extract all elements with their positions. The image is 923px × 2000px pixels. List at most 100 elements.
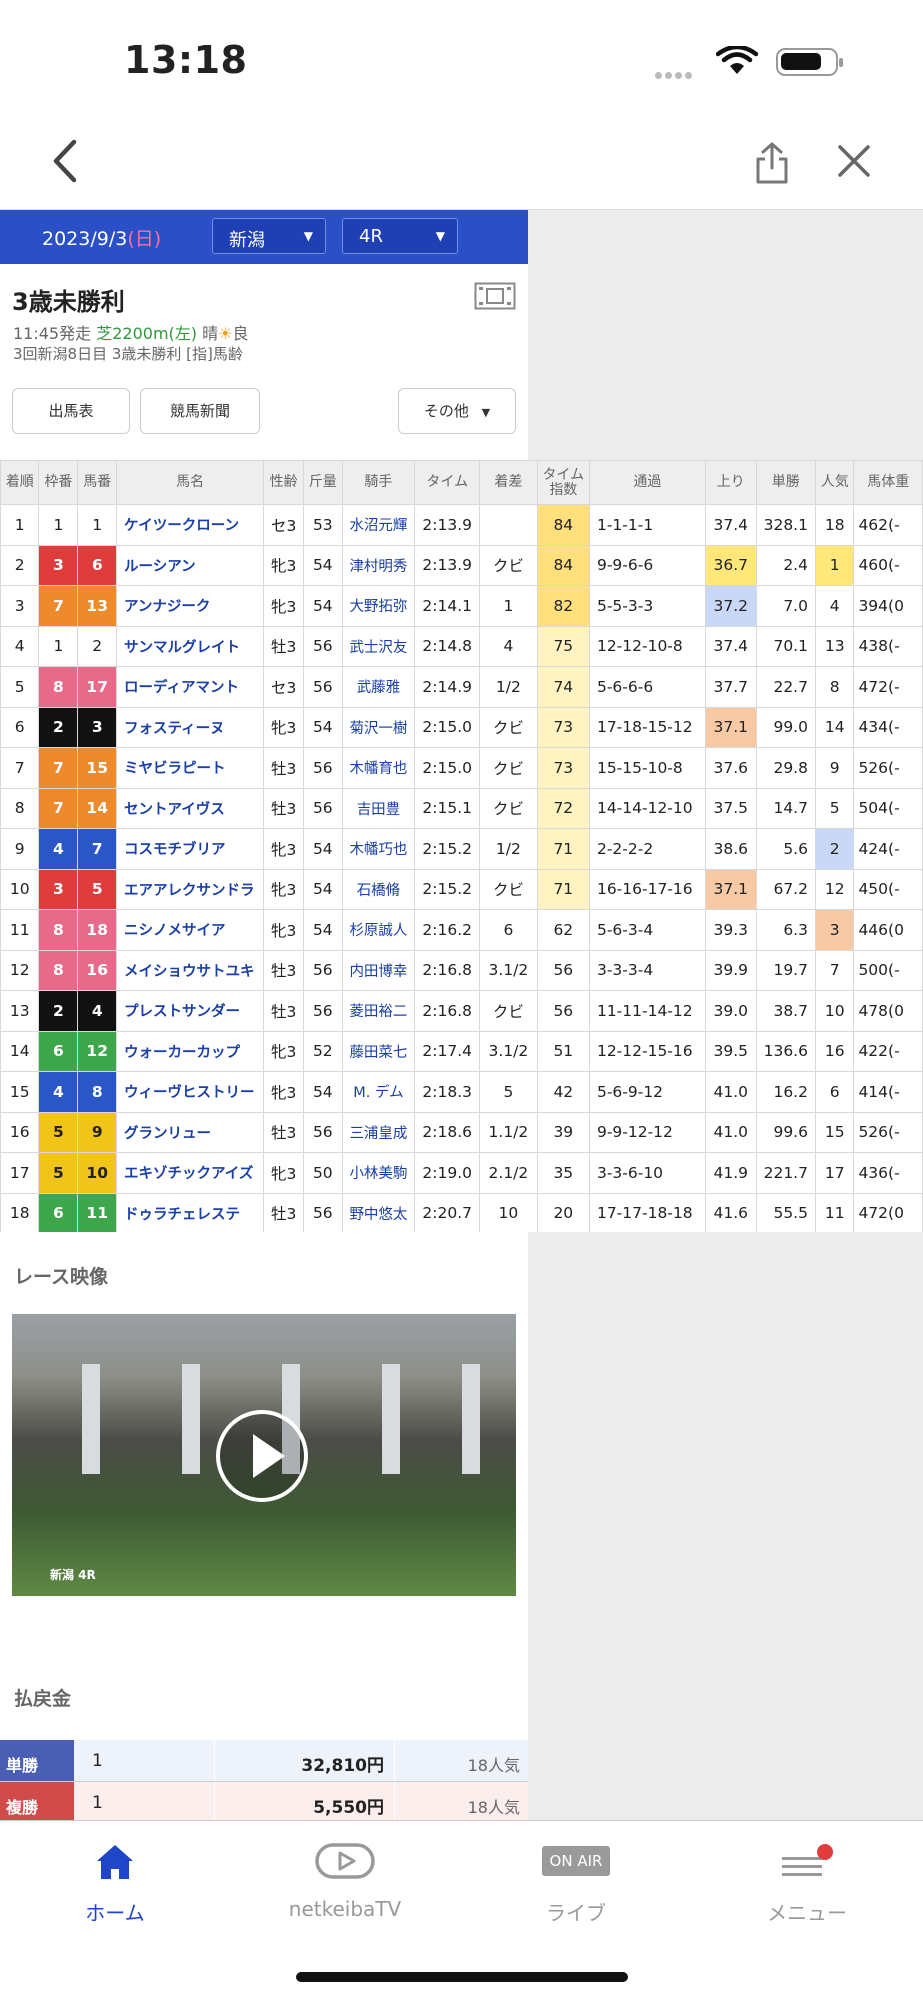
jockey-link[interactable]: 小林美駒 (341, 1152, 416, 1194)
horse-name-link[interactable]: エアアレクサンドラ (116, 868, 265, 910)
horse-name-link[interactable]: ケイツークローン (116, 504, 265, 546)
video-section-title: レース映像 (14, 1266, 109, 1288)
tab-live[interactable]: ON AIR ライブ (461, 1821, 691, 1941)
jockey-link[interactable]: 杉原誠人 (341, 909, 416, 951)
popularity-cell: 11 (814, 1192, 855, 1232)
horse-name-link[interactable]: ウィーヴヒストリー (116, 1071, 265, 1113)
video-icon[interactable] (474, 282, 516, 310)
tab-home[interactable]: ホーム (0, 1821, 230, 1941)
payout-table: 単勝 1 32,810円 18人気 複勝 1 5,550円 18人気 (0, 1740, 528, 1824)
weight-cell: 56 (303, 625, 343, 667)
horse-name-link[interactable]: ローディアマント (116, 666, 265, 708)
odds-cell: 22.7 (755, 666, 816, 708)
shutuba-button[interactable]: 出馬表 (12, 388, 130, 434)
body-weight-cell: 478(0 (853, 990, 923, 1032)
results-table-scroll[interactable]: 着順 枠番 馬番 馬名 性齢 斤量 騎手 タイム 着差 タイム指数 通過 上り … (0, 460, 923, 1232)
jockey-link[interactable]: 三浦皇成 (341, 1111, 416, 1153)
jockey-link[interactable]: M. デム (341, 1071, 416, 1113)
finish-cell: 4 (0, 625, 40, 667)
last3f-cell: 37.1 (704, 706, 757, 748)
horse-name-link[interactable]: グランリュー (116, 1111, 265, 1153)
sex-age-cell: 牝3 (263, 1152, 305, 1194)
horse-name-link[interactable]: セントアイヴス (116, 787, 265, 829)
other-menu-button[interactable]: その他 ▼ (398, 388, 516, 434)
horse-name-link[interactable]: アンナジーク (116, 585, 265, 627)
jockey-link[interactable]: 津村明秀 (341, 544, 416, 586)
body-weight-cell: 462(- (853, 504, 923, 546)
tab-menu[interactable]: メニュー (692, 1821, 922, 1941)
col-header: 馬番 (77, 460, 118, 505)
jockey-link[interactable]: 大野拓弥 (341, 585, 416, 627)
jockey-link[interactable]: 水沼元輝 (341, 504, 416, 546)
share-icon[interactable] (752, 140, 792, 186)
jockey-link[interactable]: 石橋脩 (341, 868, 416, 910)
horse-name-link[interactable]: フォスティーヌ (116, 706, 265, 748)
horse-name-link[interactable]: ドゥラチェレステ (116, 1192, 265, 1232)
body-weight-cell: 526(- (853, 1111, 923, 1153)
time-index-cell: 82 (536, 585, 590, 627)
jockey-link[interactable]: 菊沢一樹 (341, 706, 416, 748)
odds-cell: 5.6 (755, 828, 816, 870)
payout-number: 1 (92, 1751, 103, 1771)
passing-cell: 17-18-15-12 (588, 706, 706, 748)
time-cell: 2:14.8 (414, 625, 481, 667)
last3f-cell: 39.9 (704, 949, 757, 991)
jockey-link[interactable]: 武士沢友 (341, 625, 416, 667)
jockey-link[interactable]: 吉田豊 (341, 787, 416, 829)
passing-cell: 3-3-6-10 (588, 1152, 706, 1194)
margin-cell: 1.1/2 (479, 1111, 538, 1153)
finish-cell: 7 (0, 747, 40, 789)
table-row: 10 3 5 エアアレクサンドラ 牝3 54 石橋脩 2:15.2 クビ 71 16-16-17-1… (0, 868, 923, 910)
jockey-link[interactable]: 藤田菜七 (341, 1030, 416, 1072)
time-cell: 2:15.1 (414, 787, 481, 829)
odds-cell: 7.0 (755, 585, 816, 627)
table-row: 11 8 18 ニシノメサイア 牝3 54 杉原誠人 2:16.2 6 62 5-6-3-4 39.3… (0, 909, 923, 951)
close-icon[interactable] (836, 143, 872, 179)
last3f-cell: 39.5 (704, 1030, 757, 1072)
table-row: 6 2 3 フォスティーヌ 牝3 54 菊沢一樹 2:15.0 クビ 73 17-18-15-12 3… (0, 706, 923, 748)
odds-cell: 67.2 (755, 868, 816, 910)
jockey-link[interactable]: 木幡育也 (341, 747, 416, 789)
weight-cell: 54 (303, 828, 343, 870)
jockey-link[interactable]: 内田博幸 (341, 949, 416, 991)
jockey-link[interactable]: 野中悠太 (341, 1192, 416, 1232)
play-icon[interactable] (216, 1410, 308, 1502)
finish-cell: 18 (0, 1192, 40, 1232)
body-weight-cell: 434(- (853, 706, 923, 748)
horse-name-link[interactable]: ウォーカーカップ (116, 1030, 265, 1072)
venue-select[interactable]: 新潟 ▼ (212, 218, 326, 254)
tab-netkeiba-tv[interactable]: netkeibaTV (230, 1821, 460, 1941)
odds-cell: 221.7 (755, 1152, 816, 1194)
umaban-cell: 5 (77, 868, 118, 910)
cellular-signal-icon (655, 64, 695, 83)
time-cell: 2:15.2 (414, 828, 481, 870)
jockey-link[interactable]: 武藤雅 (341, 666, 416, 708)
sex-age-cell: 牡3 (263, 990, 305, 1032)
jockey-link[interactable]: 木幡巧也 (341, 828, 416, 870)
umaban-cell: 2 (77, 625, 118, 667)
horse-name-link[interactable]: プレストサンダー (116, 990, 265, 1032)
margin-cell: 6 (479, 909, 538, 951)
col-header: 単勝 (755, 460, 816, 505)
weight-cell: 54 (303, 585, 343, 627)
table-row: 3 7 13 アンナジーク 牝3 54 大野拓弥 2:14.1 1 82 5-5-3-3 37.2 7.… (0, 585, 923, 627)
horse-name-link[interactable]: メイショウサトユキ (116, 949, 265, 991)
shinbun-button[interactable]: 競馬新聞 (140, 388, 260, 434)
horse-name-link[interactable]: ミヤビラピート (116, 747, 265, 789)
race-number-select[interactable]: 4R ▼ (342, 218, 458, 254)
horse-name-link[interactable]: エキゾチックアイズ (116, 1152, 265, 1194)
back-chevron-icon[interactable] (46, 136, 86, 186)
waku-cell: 5 (38, 1111, 79, 1153)
weight-cell: 50 (303, 1152, 343, 1194)
horse-name-link[interactable]: コスモチブリア (116, 828, 265, 870)
jockey-link[interactable]: 菱田裕二 (341, 990, 416, 1032)
margin-cell: 1/2 (479, 828, 538, 870)
margin-cell: 3.1/2 (479, 949, 538, 991)
waku-cell: 8 (38, 949, 79, 991)
home-indicator[interactable] (296, 1972, 628, 1982)
horse-name-link[interactable]: ニシノメサイア (116, 909, 265, 951)
col-header: 上り (704, 460, 757, 505)
horse-name-link[interactable]: サンマルグレイト (116, 625, 265, 667)
horse-name-link[interactable]: ルーシアン (116, 544, 265, 586)
race-video-player[interactable]: 新潟 4R (12, 1314, 516, 1596)
